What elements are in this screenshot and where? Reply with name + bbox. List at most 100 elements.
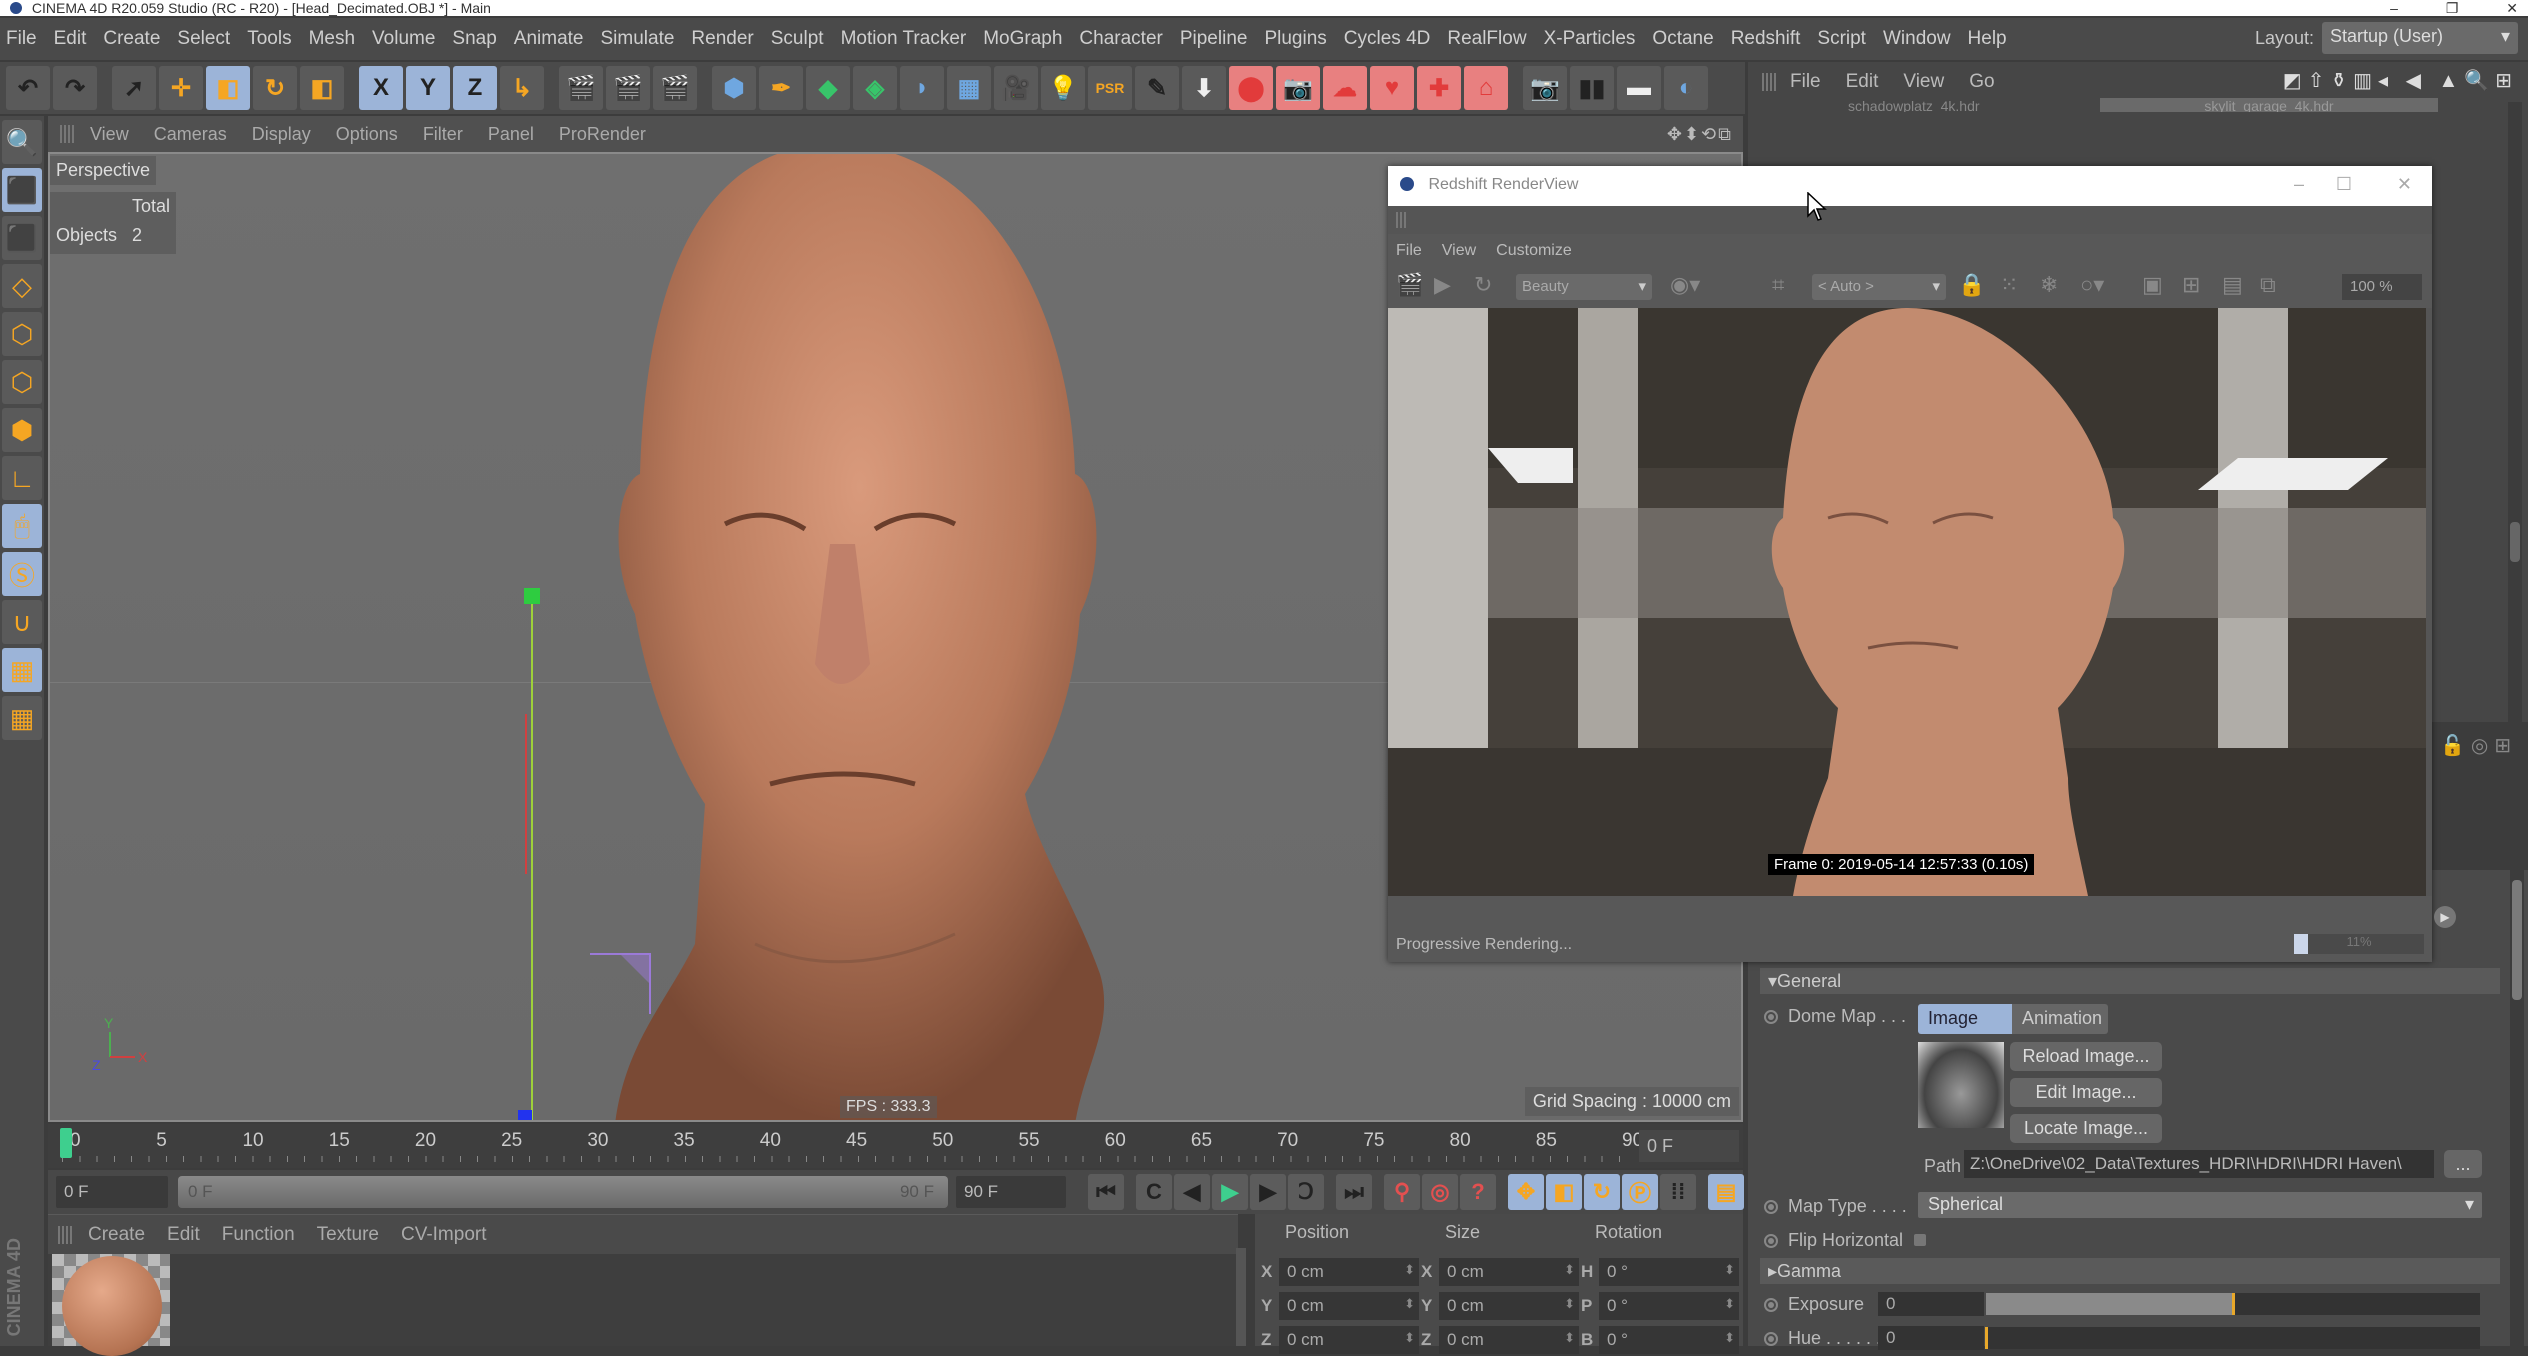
cube-button[interactable]: ⬢ (712, 66, 756, 110)
pos-field[interactable]: 0 cm (1279, 1258, 1419, 1286)
menu-window[interactable]: Window (1883, 28, 1951, 50)
camera-label[interactable]: Perspective (50, 156, 157, 185)
animate-radio[interactable] (1764, 1234, 1778, 1248)
exposure-slider-handle[interactable] (2232, 1293, 2235, 1315)
layout-dropdown[interactable]: Startup (User) (2322, 22, 2518, 54)
map-type-dropdown[interactable]: Spherical (1918, 1192, 2482, 1218)
menu-script[interactable]: Script (1817, 28, 1866, 50)
octane-button[interactable]: ◐ (1664, 66, 1708, 110)
menu-create[interactable]: Create (103, 28, 160, 50)
browser-menu-view[interactable]: View (1903, 71, 1944, 93)
animate-radio[interactable] (1764, 1298, 1778, 1312)
attribute-scrollbar[interactable] (2510, 870, 2524, 1346)
grip-handle[interactable] (1762, 73, 1776, 91)
animate-radio[interactable] (1764, 1332, 1778, 1346)
pos-field[interactable]: 0 cm (1279, 1326, 1419, 1354)
viewport-menu-options[interactable]: Options (336, 124, 398, 145)
edit-image-button[interactable]: Edit Image... (2010, 1078, 2162, 1107)
lock-icon[interactable]: 🔒 (1958, 272, 1985, 298)
renderview-minimize-button[interactable]: – (2294, 174, 2304, 195)
tab-animation[interactable]: Animation (2012, 1004, 2108, 1034)
viewport-menu-cameras[interactable]: Cameras (154, 124, 227, 145)
light-button[interactable]: 💡 (1041, 66, 1085, 110)
browser-menu-edit[interactable]: Edit (1846, 71, 1879, 93)
section-general[interactable]: ▾General (1760, 968, 2500, 994)
workplane-button[interactable]: ◇ (2, 264, 42, 308)
material-menu-edit[interactable]: Edit (167, 1224, 200, 1246)
go-to-start-button[interactable]: ⏮ (1088, 1174, 1124, 1210)
transform-gizmo[interactable] (480, 574, 680, 1122)
previous-frame-button[interactable]: ◀ (1174, 1174, 1210, 1210)
path-field[interactable]: Z:\OneDrive\02_Data\Textures_HDRI\HDRI\H… (1964, 1150, 2434, 1178)
renderview-menu-file[interactable]: File (1396, 242, 1422, 260)
grip-handle[interactable] (58, 1225, 72, 1244)
redshift-renderview-button[interactable]: ▬ (1617, 66, 1661, 110)
maximize-button[interactable]: ❐ (2446, 0, 2459, 16)
current-frame-field[interactable]: 0 F (1639, 1130, 1739, 1162)
menu-snap[interactable]: Snap (452, 28, 496, 50)
material-thumbnail[interactable] (52, 1254, 170, 1356)
expand-arrow-button[interactable]: ▶ (2434, 906, 2456, 928)
reload-image-button[interactable]: Reload Image... (2010, 1042, 2162, 1071)
rendered-image[interactable]: Frame 0: 2019-05-14 12:57:33 (0.10s) (1388, 308, 2432, 896)
y-axis-button[interactable]: Y (406, 66, 450, 110)
key-parameter-button[interactable]: Ⓟ (1622, 1174, 1658, 1210)
color-channel-icon[interactable]: ◉▾ (1670, 272, 1700, 298)
grid-icon[interactable]: ⁙ (2000, 272, 2018, 298)
render-picture-viewer-button[interactable]: 🎬 (606, 66, 650, 110)
start-render-button[interactable]: ▶ (1434, 272, 1451, 298)
snap-button[interactable]: ∪ (2, 600, 42, 644)
coordinate-system-button[interactable]: ↳ (500, 66, 544, 110)
menu-tools[interactable]: Tools (247, 28, 291, 50)
material-menu-create[interactable]: Create (88, 1224, 145, 1246)
subdivision-button[interactable]: ◆ (806, 66, 850, 110)
viewport-navigation-icons[interactable]: ✥⬍⟲⧉ (1667, 124, 1733, 145)
polygons-mode-button[interactable]: ⬢ (2, 408, 42, 452)
edges-mode-button[interactable]: ⬡ (2, 360, 42, 404)
deformer-button[interactable]: ◗ (900, 66, 944, 110)
timeline-ruler[interactable]: 0 5 10 15 20 25 30 35 40 45 50 55 60 65 70 75 80 85 90 0 F (48, 1124, 1743, 1168)
download-button[interactable]: ⬇ (1182, 66, 1226, 110)
menu-select[interactable]: Select (177, 28, 230, 50)
viewport-menu-filter[interactable]: Filter (423, 124, 463, 145)
solo-button[interactable]: Ⓢ (2, 552, 42, 596)
close-button[interactable]: ✕ (2506, 0, 2518, 16)
content-item[interactable]: schadowplatz_4k.hdr (1848, 98, 2048, 112)
redshift-camera-button[interactable]: 📷 (1276, 66, 1320, 110)
rot-field[interactable]: 0 ° (1599, 1326, 1739, 1354)
crop-icon[interactable]: ⌗ (1772, 272, 1784, 298)
tweak-mode-button[interactable]: 🖱 (2, 504, 42, 548)
scale-button[interactable]: ◧ (206, 66, 250, 110)
renderview-menu-view[interactable]: View (1442, 242, 1476, 260)
menu-mograph[interactable]: MoGraph (983, 28, 1062, 50)
points-mode-button[interactable]: ⬡ (2, 312, 42, 356)
workplane-align-button[interactable]: ▦ (2, 696, 42, 740)
playhead[interactable] (60, 1128, 72, 1158)
exposure-slider[interactable] (1986, 1293, 2480, 1315)
next-key-button[interactable]: Ↄ (1288, 1174, 1324, 1210)
clapper-icon[interactable]: 🎬 (1396, 272, 1423, 298)
menu-volume[interactable]: Volume (372, 28, 435, 50)
end-frame-field[interactable]: 90 F (956, 1176, 1066, 1208)
material-menu-function[interactable]: Function (222, 1224, 295, 1246)
make-editable-button[interactable]: 🔍 (2, 120, 42, 164)
locate-image-button[interactable]: Locate Image... (2010, 1114, 2162, 1143)
renderview-close-button[interactable]: ✕ (2397, 174, 2412, 195)
menu-mesh[interactable]: Mesh (309, 28, 355, 50)
viewport-menu-view[interactable]: View (90, 124, 129, 145)
menu-animate[interactable]: Animate (514, 28, 584, 50)
floor-button[interactable]: ▦ (947, 66, 991, 110)
menu-x-particles[interactable]: X-Particles (1544, 28, 1636, 50)
renderview-dock-grip[interactable] (1388, 206, 2432, 234)
psr-button[interactable]: PSR (1088, 66, 1132, 110)
redshift-ipr-button[interactable]: ▮▮ (1570, 66, 1614, 110)
renderview-menu-customize[interactable]: Customize (1496, 242, 1572, 260)
menu-motion-tracker[interactable]: Motion Tracker (841, 28, 967, 50)
menu-edit[interactable]: Edit (54, 28, 87, 50)
renderview-maximize-button[interactable]: ☐ (2336, 174, 2352, 195)
keyframe-selection-button[interactable]: ? (1460, 1174, 1496, 1210)
preview-range-slider[interactable]: 0 F 90 F (178, 1176, 948, 1208)
viewport-menu-display[interactable]: Display (252, 124, 311, 145)
menu-file[interactable]: File (6, 28, 37, 50)
autokey-button[interactable]: ◎ (1422, 1174, 1458, 1210)
